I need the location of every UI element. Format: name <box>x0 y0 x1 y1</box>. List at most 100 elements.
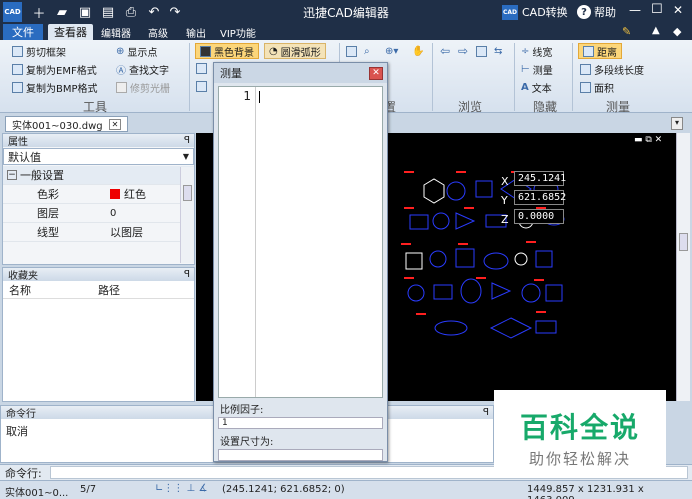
copy-bmp-icon <box>12 81 23 93</box>
pin-icon[interactable]: ꟼ <box>184 269 190 280</box>
smooth-arc-label: 圆滑弧形 <box>280 47 321 59</box>
cut-frame-icon <box>12 45 23 57</box>
watermark-subtitle: 助你轻松解决 <box>528 450 631 468</box>
copy-emf-button[interactable]: 复制为EMF格式 <box>12 61 97 77</box>
line-width-button[interactable]: ÷ 线宽 <box>521 43 552 59</box>
set-size-input[interactable] <box>218 449 383 461</box>
copy-bmp-label: 复制为BMP格式 <box>26 83 98 95</box>
text-toggle-label: 文本 <box>531 83 552 95</box>
property-row-linetype[interactable]: 线型 以图层 <box>3 223 194 242</box>
collapse-icon[interactable]: − <box>7 170 17 180</box>
property-row-layer[interactable]: 图层 0 <box>3 204 194 223</box>
swap-icon[interactable]: ⇆ <box>494 43 502 59</box>
maximize-button[interactable]: ☐ <box>651 2 663 17</box>
close-tab-icon[interactable]: ✕ <box>108 118 122 130</box>
trim-raster-label: 修剪光栅 <box>130 83 170 95</box>
document-tab[interactable]: 实体001~030.dwg ✕ <box>5 116 129 132</box>
properties-dropdown-value: 默认值 <box>8 150 41 164</box>
dialog-close-icon[interactable]: ✕ <box>369 66 383 80</box>
pin-icon[interactable]: ꟼ <box>184 135 190 146</box>
canvas-window-controls: ▬ ⧉ ✕ <box>634 135 663 145</box>
dialog-titlebar: 测量 ✕ <box>214 63 387 83</box>
coord-z-field[interactable]: 0.0000 <box>514 209 564 224</box>
layer-icon <box>196 80 207 92</box>
scrollbar-thumb[interactable] <box>679 233 688 251</box>
find-text-button[interactable]: Ⓐ 查找文字 <box>116 61 169 77</box>
favorites-title: 收藏夹 <box>8 271 38 282</box>
ribbon-separator <box>514 43 515 111</box>
tab-advanced[interactable]: 高级 <box>142 24 174 40</box>
title-bar: CAD ＋ ▰ ▣ ▤ ⎙ ↶ ↷ 迅捷CAD编辑器 CAD CAD转换 ? 帮… <box>0 0 692 24</box>
show-points-icon: ⊕ <box>116 45 125 57</box>
text-toggle-button[interactable]: A 文本 <box>521 79 552 95</box>
snap-icons[interactable]: ∟⋮⋮ ⊥ ∡ <box>155 483 207 494</box>
area-button[interactable]: 面积 <box>580 79 614 95</box>
pan-hand-icon[interactable]: ✋ <box>412 43 424 59</box>
coord-y-field[interactable]: 621.6852 <box>514 190 566 205</box>
section-general-label: 一般设置 <box>20 169 64 182</box>
line-width-label: 线宽 <box>532 47 553 59</box>
view-icon-1[interactable] <box>196 60 207 76</box>
polyline-length-button[interactable]: 多段线长度 <box>580 61 644 77</box>
ribbon-separator <box>189 43 190 111</box>
tab-viewer[interactable]: 查看器 <box>48 24 93 40</box>
scrollbar-thumb[interactable] <box>183 185 192 201</box>
text-toggle-icon: A <box>521 81 529 93</box>
tab-vip[interactable]: VIP功能 <box>214 24 262 40</box>
vertical-scrollbar[interactable] <box>676 133 690 401</box>
properties-scrollbar[interactable] <box>180 167 194 263</box>
properties-title: 属性 <box>8 137 28 148</box>
zoom-window-icon[interactable]: ⌕ <box>364 43 370 59</box>
copy-bmp-button[interactable]: 复制为BMP格式 <box>12 79 98 95</box>
tab-file[interactable]: 文件 <box>3 24 43 40</box>
chevron-down-icon: ▼ <box>182 152 189 161</box>
section-general[interactable]: − 一般设置 <box>3 166 194 185</box>
scale-factor-input[interactable]: 1 <box>218 417 383 429</box>
column-path[interactable]: 路径 <box>98 282 120 298</box>
line-width-icon: ÷ <box>521 45 530 57</box>
property-value: 0 <box>110 207 117 219</box>
pin-icon[interactable]: ꟼ <box>483 407 489 418</box>
help-icon: ? <box>577 5 591 19</box>
close-button[interactable]: ✕ <box>673 3 683 17</box>
tab-scroll-icon[interactable]: ▾ <box>671 117 683 130</box>
coord-x-field[interactable]: 245.1241 <box>514 171 566 186</box>
menu-bar: 文件 查看器 编辑器 高级 输出 VIP功能 ✎ ▲ ◆ <box>0 24 692 40</box>
prev-view-icon[interactable]: ⇦ <box>440 43 450 59</box>
line-number-gutter: 1 <box>219 87 256 397</box>
trim-raster-button[interactable]: 修剪光栅 <box>116 79 170 95</box>
show-points-button[interactable]: ⊕ 显示点 <box>116 43 157 59</box>
zoom-icon[interactable]: ⊕▾ <box>385 43 398 59</box>
polyline-length-icon <box>580 63 591 75</box>
cad-convert-button[interactable]: CAD CAD转换 <box>502 4 568 20</box>
status-file: 实体001~0... <box>5 488 69 499</box>
cad-convert-label: CAD转换 <box>522 6 568 19</box>
tab-output[interactable]: 输出 <box>180 24 212 40</box>
help-button[interactable]: ? 帮助 <box>577 4 616 20</box>
view-icon-2[interactable] <box>196 78 207 94</box>
polyline-length-label: 多段线长度 <box>594 65 644 77</box>
select-icon[interactable] <box>346 43 357 59</box>
property-row-color[interactable]: 色彩 红色 <box>3 185 194 204</box>
refresh-icon[interactable] <box>476 43 487 59</box>
tab-editor[interactable]: 编辑器 <box>95 24 137 40</box>
status-page: 5/7 <box>80 484 97 495</box>
distance-button[interactable]: 距离 <box>578 43 622 59</box>
grid-icon <box>196 62 207 74</box>
cut-frame-button[interactable]: 剪切框架 <box>12 43 66 59</box>
favorites-header: 收藏夹 ꟼ <box>3 268 194 282</box>
measure-editor[interactable]: 1 <box>218 86 383 398</box>
next-view-icon[interactable]: ⇨ <box>458 43 468 59</box>
ribbon-collapse-icon[interactable]: ▲ <box>652 25 660 36</box>
smooth-arc-icon: ◔ <box>269 45 278 57</box>
smooth-arc-button[interactable]: ◔ 圆滑弧形 <box>264 43 326 59</box>
properties-dropdown[interactable]: 默认值 ▼ <box>3 148 194 165</box>
area-label: 面积 <box>594 83 614 95</box>
favorites-columns: 名称 路径 <box>3 281 194 299</box>
minimize-button[interactable]: — <box>629 3 641 17</box>
measure-toggle-button[interactable]: ⊢ 测量 <box>521 61 553 77</box>
settings-icon[interactable]: ◆ <box>673 25 681 38</box>
black-background-button[interactable]: 黑色背景 <box>195 43 259 59</box>
pen-icon[interactable]: ✎ <box>622 25 631 38</box>
column-name[interactable]: 名称 <box>3 282 98 298</box>
